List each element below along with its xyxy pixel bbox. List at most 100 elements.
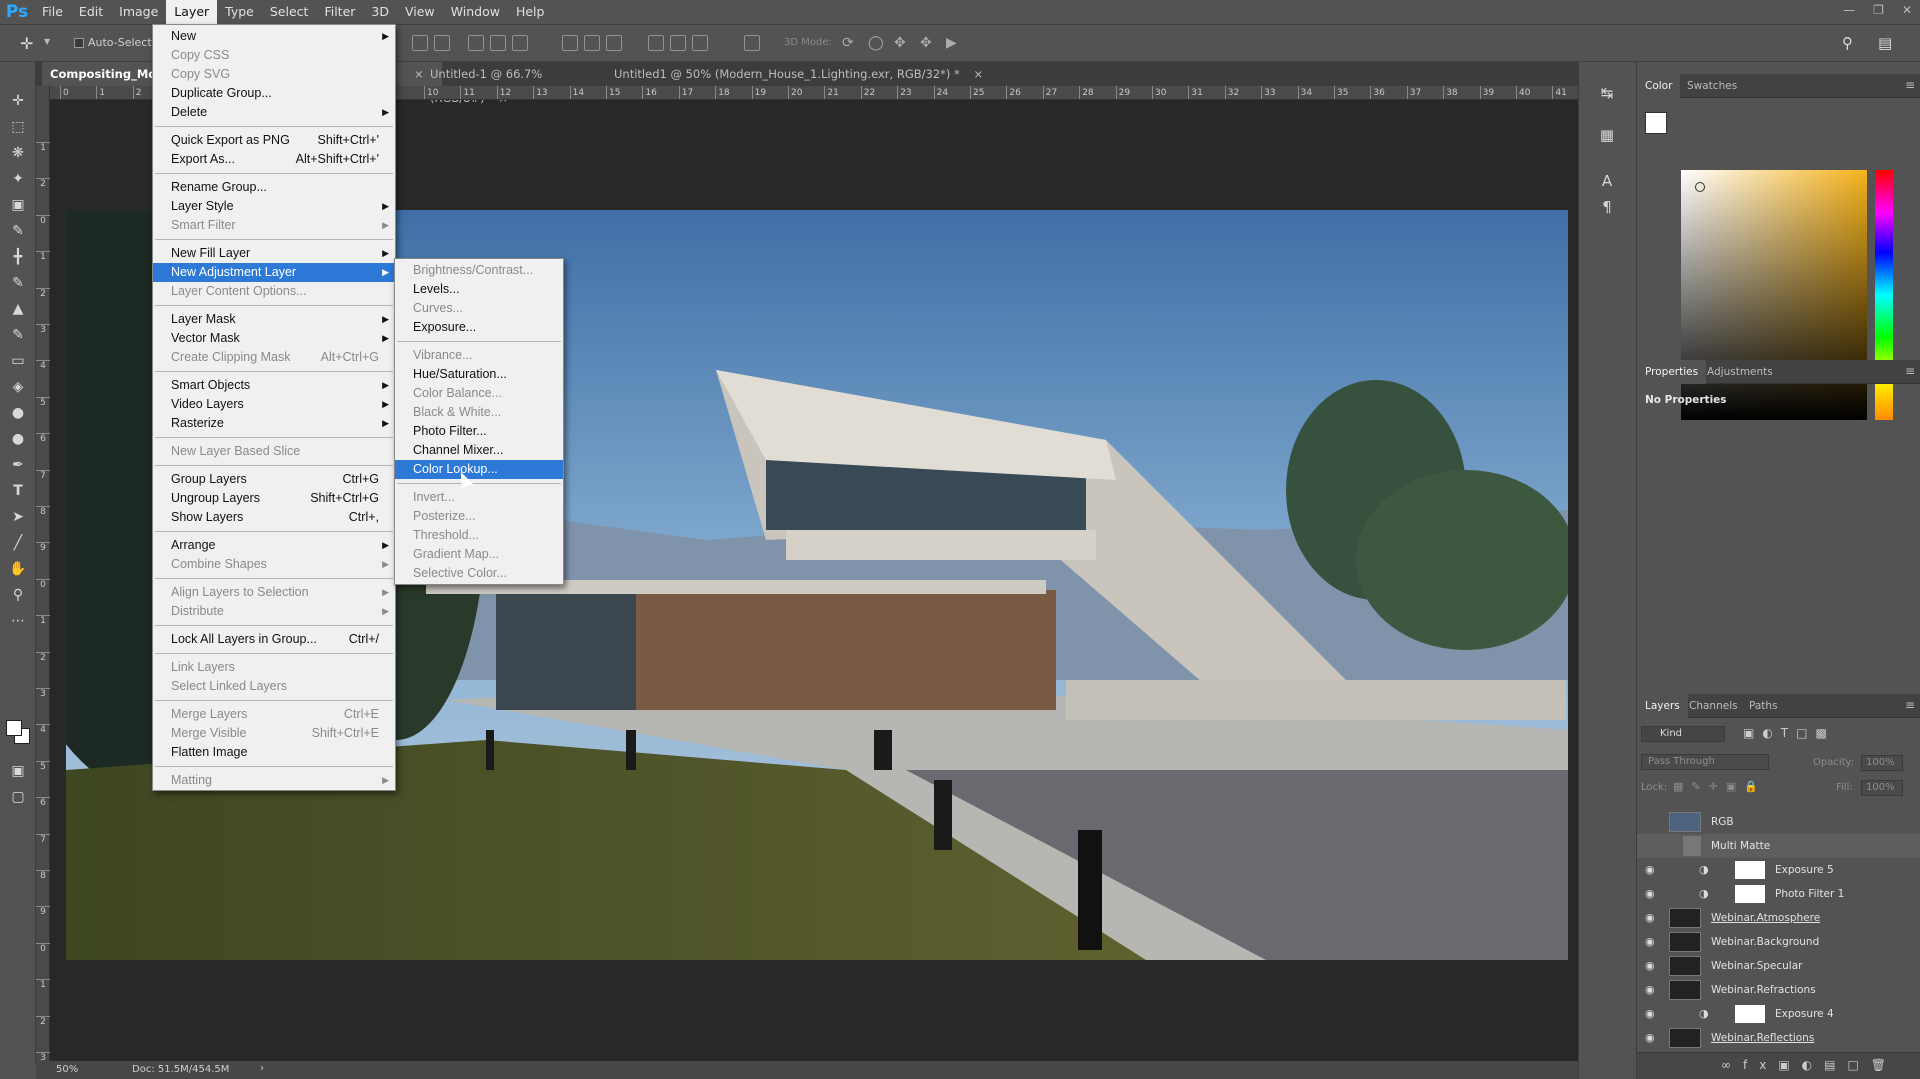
visibility-eye-icon[interactable]: ◉ — [1645, 863, 1655, 876]
more-tools-icon[interactable]: ⋯ — [9, 612, 27, 630]
menu-item-levels[interactable]: Levels... — [395, 280, 563, 299]
menu-item-ungroup-layers[interactable]: Ungroup Layers Shift+Ctrl+G — [153, 489, 395, 508]
tab-swatches[interactable]: Swatches — [1679, 74, 1745, 98]
tab-color[interactable]: Color — [1637, 74, 1681, 98]
menu-type[interactable]: Type — [217, 0, 262, 24]
document-tab[interactable]: Untitled-1 @ 66.7% (RGB/8#) × — [422, 62, 588, 105]
align-top-icon[interactable] — [412, 35, 428, 51]
layer-actions-icons[interactable]: ∞fx▣◐▤□🗑 — [1721, 1058, 1898, 1072]
move-tool-preset-icon[interactable]: ✛ — [20, 34, 33, 53]
menu-item-quick-export-as-png[interactable]: Quick Export as PNG Shift+Ctrl+' — [153, 131, 395, 150]
layer-row[interactable]: ◉ Webinar.Background — [1637, 930, 1920, 954]
menu-item-new-adjustment-layer[interactable]: New Adjustment Layer ▶ — [153, 263, 395, 282]
blur-tool-icon[interactable]: ● — [9, 404, 27, 422]
healing-brush-tool-icon[interactable]: ╋ — [9, 248, 27, 266]
move-tool-icon[interactable]: ✛ — [9, 92, 27, 110]
zoom-level[interactable]: 50% — [56, 1064, 78, 1075]
3d-orbit-icon[interactable]: ⟳ — [842, 35, 854, 51]
eraser-tool-icon[interactable]: ▭ — [9, 352, 27, 370]
menu-item-flatten-image[interactable]: Flatten Image — [153, 743, 395, 762]
3d-roll-icon[interactable]: ◯ — [868, 35, 884, 51]
quick-mask-icon[interactable]: ▣ — [9, 762, 27, 780]
menu-item-group-layers[interactable]: Group Layers Ctrl+G — [153, 470, 395, 489]
layer-row[interactable]: ◉ Webinar.Reflections — [1637, 1026, 1920, 1050]
foreground-color-swatch[interactable] — [6, 720, 22, 736]
document-tab[interactable]: Untitled1 @ 50% (Modern_House_1.Lighting… — [606, 62, 1006, 86]
minimize-icon[interactable]: — — [1843, 3, 1855, 17]
distribute-top-icon[interactable] — [562, 35, 578, 51]
auto-align-icon[interactable] — [744, 35, 760, 51]
menu-filter[interactable]: Filter — [316, 0, 363, 24]
magic-wand-tool-icon[interactable]: ✦ — [9, 170, 27, 188]
visibility-eye-icon[interactable]: ◉ — [1645, 887, 1655, 900]
dodge-tool-icon[interactable]: ● — [9, 430, 27, 448]
layer-filter-select[interactable]: Kind — [1641, 726, 1725, 742]
menu-layer[interactable]: Layer — [166, 0, 218, 24]
paragraph-icon[interactable]: ¶ — [1597, 198, 1617, 218]
layer-row[interactable]: RGB — [1637, 810, 1920, 834]
zoom-tool-icon[interactable]: ⚲ — [9, 586, 27, 604]
layer-row[interactable]: ◉ ◑ Exposure 4 — [1637, 1002, 1920, 1026]
fill-field[interactable]: 100% — [1861, 780, 1903, 796]
menu-help[interactable]: Help — [508, 0, 553, 24]
menu-item-exposure[interactable]: Exposure... — [395, 318, 563, 337]
menu-item-vector-mask[interactable]: Vector Mask ▶ — [153, 329, 395, 348]
screen-mode-icon[interactable]: ▢ — [9, 788, 27, 806]
menu-edit[interactable]: Edit — [71, 0, 111, 24]
tab-channels[interactable]: Channels — [1681, 694, 1746, 718]
brush-tool-icon[interactable]: ✎ — [9, 274, 27, 292]
paths-icon[interactable]: ▦ — [1597, 126, 1617, 146]
menu-item-channel-mixer[interactable]: Channel Mixer... — [395, 441, 563, 460]
blend-mode-select[interactable]: Pass Through — [1641, 754, 1769, 770]
search-icon[interactable]: ⚲ — [1842, 34, 1853, 52]
menu-3d[interactable]: 3D — [363, 0, 397, 24]
menu-item-arrange[interactable]: Arrange ▶ — [153, 536, 395, 555]
type-tool-icon[interactable]: T — [9, 482, 27, 500]
menu-window[interactable]: Window — [443, 0, 508, 24]
chevron-right-icon[interactable]: › — [260, 1063, 264, 1074]
menu-item-new-fill-layer[interactable]: New Fill Layer ▶ — [153, 244, 395, 263]
layer-row[interactable]: ◉ Webinar.Specular — [1637, 954, 1920, 978]
distribute-left-icon[interactable] — [648, 35, 664, 51]
menu-item-show-layers[interactable]: Show Layers Ctrl+, — [153, 508, 395, 527]
menu-item-video-layers[interactable]: Video Layers ▶ — [153, 395, 395, 414]
character-icon[interactable]: A — [1597, 172, 1617, 192]
close-tab-icon[interactable]: × — [973, 67, 983, 81]
layer-row[interactable]: ◉ Webinar.Refractions — [1637, 978, 1920, 1002]
clone-stamp-tool-icon[interactable]: ▲ — [9, 300, 27, 318]
align-center-icon[interactable] — [490, 35, 506, 51]
menu-item-hue-saturation[interactable]: Hue/Saturation... — [395, 365, 563, 384]
menu-file[interactable]: File — [34, 0, 71, 24]
menu-item-export-as[interactable]: Export As... Alt+Shift+Ctrl+' — [153, 150, 395, 169]
visibility-eye-icon[interactable]: ◉ — [1645, 935, 1655, 948]
layer-filter-icons[interactable]: ▣◐T□▩ — [1743, 726, 1835, 740]
panel-menu-icon[interactable]: ≡ — [1905, 698, 1915, 712]
history-icon[interactable]: ↹ — [1597, 84, 1617, 104]
layer-row[interactable]: ◉ Webinar.Atmosphere — [1637, 906, 1920, 930]
menu-item-lock-all-layers-in-group[interactable]: Lock All Layers in Group... Ctrl+/ — [153, 630, 395, 649]
auto-select-checkbox[interactable]: Auto-Select: — [74, 36, 155, 49]
close-icon[interactable]: ✕ — [1902, 3, 1912, 17]
tab-paths[interactable]: Paths — [1741, 694, 1786, 718]
distribute-right-icon[interactable] — [692, 35, 708, 51]
layer-row[interactable]: Multi Matte — [1637, 834, 1920, 858]
visibility-eye-icon[interactable]: ◉ — [1645, 911, 1655, 924]
workspace-icon[interactable]: ▤ — [1878, 34, 1892, 52]
layer-mask-thumbnail[interactable] — [1735, 885, 1765, 903]
history-brush-tool-icon[interactable]: ✎ — [9, 326, 27, 344]
distribute-hcenter-icon[interactable] — [670, 35, 686, 51]
restore-icon[interactable]: ❐ — [1873, 3, 1884, 17]
lasso-tool-icon[interactable]: ❋ — [9, 144, 27, 162]
panel-menu-icon[interactable]: ≡ — [1905, 78, 1915, 92]
layer-mask-thumbnail[interactable] — [1735, 861, 1765, 879]
paint-bucket-tool-icon[interactable]: ◈ — [9, 378, 27, 396]
align-bottom-icon[interactable] — [434, 35, 450, 51]
path-selection-tool-icon[interactable]: ➤ — [9, 508, 27, 526]
panel-menu-icon[interactable]: ≡ — [1905, 364, 1915, 378]
foreground-swatch[interactable] — [1645, 112, 1667, 134]
align-left-icon[interactable] — [468, 35, 484, 51]
menu-item-delete[interactable]: Delete ▶ — [153, 103, 395, 122]
tab-properties[interactable]: Properties — [1637, 360, 1707, 384]
distribute-middle-icon[interactable] — [584, 35, 600, 51]
menu-item-layer-style[interactable]: Layer Style ▶ — [153, 197, 395, 216]
